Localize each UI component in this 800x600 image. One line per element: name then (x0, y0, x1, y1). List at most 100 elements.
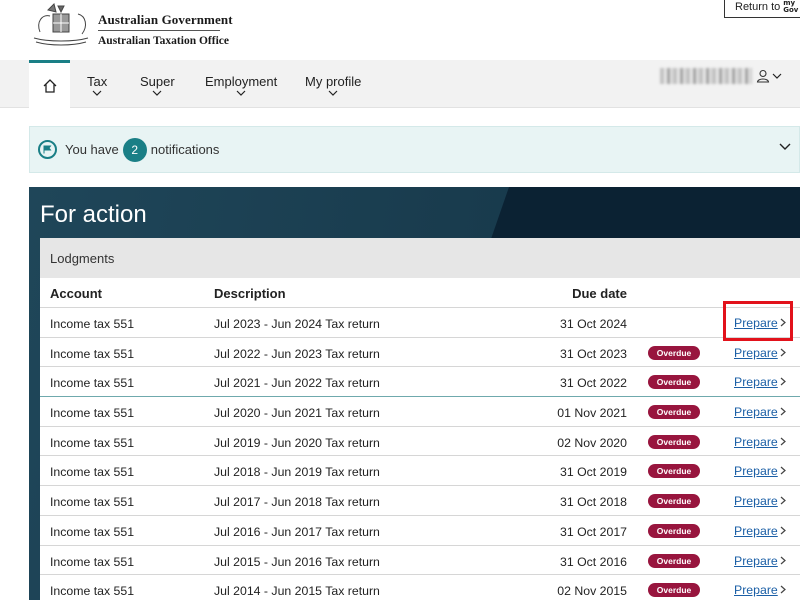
overdue-badge: Overdue (648, 583, 700, 598)
chevron-down-icon (92, 90, 102, 96)
chevron-down-icon (152, 90, 162, 96)
nav-my-profile-label: My profile (305, 74, 362, 89)
row-description: Jul 2021 - Jun 2022 Tax return (214, 376, 380, 391)
chevron-down-icon (236, 90, 246, 96)
table-row: Income tax 551 Jul 2014 - Jun 2015 Tax re… (40, 575, 800, 600)
row-description: Jul 2018 - Jun 2019 Tax return (214, 465, 380, 480)
row-due-date: 31 Oct 2024 (560, 317, 627, 331)
chevron-right-icon (780, 526, 786, 535)
row-description: Jul 2023 - Jun 2024 Tax return (214, 317, 380, 331)
nav-super-label: Super (140, 74, 175, 89)
table-row: Income tax 551 Jul 2018 - Jun 2019 Tax re… (40, 456, 800, 487)
row-account: Income tax 551 (50, 584, 135, 599)
overdue-badge: Overdue (648, 375, 700, 390)
home-icon (43, 78, 56, 93)
table-row: Income tax 551 Jul 2023 - Jun 2024 Tax re… (40, 308, 800, 338)
chevron-right-icon (780, 377, 786, 386)
table-row: Income tax 551 Jul 2015 - Jun 2016 Tax re… (40, 546, 800, 576)
highlight-box (723, 301, 793, 341)
chevron-down-icon (779, 143, 791, 150)
row-description: Jul 2020 - Jun 2021 Tax return (214, 406, 380, 421)
overdue-badge: Overdue (648, 345, 700, 360)
row-account: Income tax 551 (50, 435, 135, 450)
row-account: Income tax 551 (50, 376, 135, 391)
prepare-link[interactable]: Prepare (734, 464, 778, 478)
chevron-right-icon (780, 556, 786, 564)
table-row: Income tax 551 Jul 2017 - Jun 2018 Tax re… (40, 486, 800, 516)
column-account: Account (50, 286, 102, 301)
redacted-user-name (660, 68, 752, 84)
row-account: Income tax 551 (50, 346, 135, 361)
government-logotype[interactable]: Australian Government Australian Taxatio… (98, 12, 233, 47)
prepare-link[interactable]: Prepare (734, 494, 778, 508)
row-due-date: 02 Nov 2015 (557, 584, 627, 599)
prepare-link[interactable]: Prepare (734, 435, 778, 449)
prepare-link[interactable]: Prepare (734, 524, 778, 538)
nav-tax[interactable]: Tax (87, 74, 107, 96)
row-due-date: 31 Oct 2022 (560, 376, 627, 391)
prepare-link[interactable]: Prepare (734, 346, 778, 360)
chevron-right-icon (780, 496, 786, 505)
table-header: Account Description Due date (40, 278, 800, 308)
row-due-date: 31 Oct 2016 (560, 554, 627, 569)
chevron-down-icon (772, 73, 782, 79)
table-row: Income tax 551 Jul 2021 - Jun 2022 Tax re… (40, 367, 800, 398)
prepare-link[interactable]: Prepare (734, 583, 778, 597)
user-menu[interactable] (660, 68, 782, 84)
chevron-right-icon (780, 407, 786, 416)
prepare-link[interactable]: Prepare (734, 375, 778, 389)
nav-employment-label: Employment (205, 74, 278, 89)
row-description: Jul 2015 - Jun 2016 Tax return (214, 554, 380, 569)
column-due-date: Due date (572, 286, 627, 301)
for-action-panel: For action Lodgments Account Description… (29, 187, 800, 600)
overdue-badge: Overdue (648, 523, 700, 538)
nav-super[interactable]: Super (140, 74, 175, 96)
row-due-date: 01 Nov 2021 (557, 406, 627, 421)
row-due-date: 31 Oct 2023 (560, 346, 627, 361)
row-due-date: 31 Oct 2019 (560, 465, 627, 480)
row-account: Income tax 551 (50, 465, 135, 480)
table-row: Income tax 551 Jul 2016 - Jun 2017 Tax re… (40, 516, 800, 546)
main-nav: Tax Super Employment My profile (0, 60, 800, 108)
row-account: Income tax 551 (50, 406, 135, 421)
user-icon (756, 69, 770, 83)
row-account: Income tax 551 (50, 495, 135, 510)
gov-title: Australian Government (98, 12, 233, 27)
nav-my-profile[interactable]: My profile (305, 74, 361, 96)
prepare-link[interactable]: Prepare (734, 554, 778, 568)
table-row: Income tax 551 Jul 2022 - Jun 2023 Tax re… (40, 338, 800, 368)
chevron-right-icon (780, 585, 786, 594)
overdue-badge: Overdue (648, 405, 700, 420)
notifications-prefix: You have (65, 142, 119, 157)
notifications-bar[interactable]: You have 2 notifications (29, 126, 800, 173)
mygov-bottom: Gov (783, 6, 799, 14)
nav-employment[interactable]: Employment (205, 74, 277, 96)
chevron-right-icon (780, 437, 786, 446)
flag-icon (38, 140, 57, 159)
nav-home-button[interactable] (29, 60, 70, 108)
site-header: Australian Government Australian Taxatio… (0, 0, 800, 60)
logo-divider (98, 30, 220, 31)
mygov-logo: my Gov (783, 0, 798, 14)
row-due-date: 31 Oct 2018 (560, 495, 627, 510)
panel-decoration (491, 187, 800, 239)
row-due-date: 02 Nov 2020 (557, 435, 627, 450)
ato-title: Australian Taxation Office (98, 35, 229, 47)
notifications-suffix: notifications (150, 142, 220, 157)
lodgments-table-body: Income tax 551 Jul 2023 - Jun 2024 Tax re… (40, 308, 800, 600)
column-description: Description (214, 286, 286, 301)
chevron-down-icon (328, 90, 338, 96)
row-account: Income tax 551 (50, 317, 135, 331)
row-description: Jul 2016 - Jun 2017 Tax return (214, 524, 380, 539)
lodgments-card: Lodgments Account Description Due date I… (40, 238, 800, 600)
nav-tax-label: Tax (87, 74, 108, 89)
overdue-badge: Overdue (648, 464, 700, 479)
prepare-link[interactable]: Prepare (734, 405, 778, 419)
row-description: Jul 2014 - Jun 2015 Tax return (214, 584, 380, 599)
table-row: Income tax 551 Jul 2020 - Jun 2021 Tax re… (40, 397, 800, 427)
return-to-mygov-button[interactable]: Return to my Gov (724, 0, 800, 18)
for-action-title: For action (40, 201, 147, 228)
row-description: Jul 2019 - Jun 2020 Tax return (214, 435, 380, 450)
overdue-badge: Overdue (648, 434, 700, 449)
row-account: Income tax 551 (50, 524, 135, 539)
